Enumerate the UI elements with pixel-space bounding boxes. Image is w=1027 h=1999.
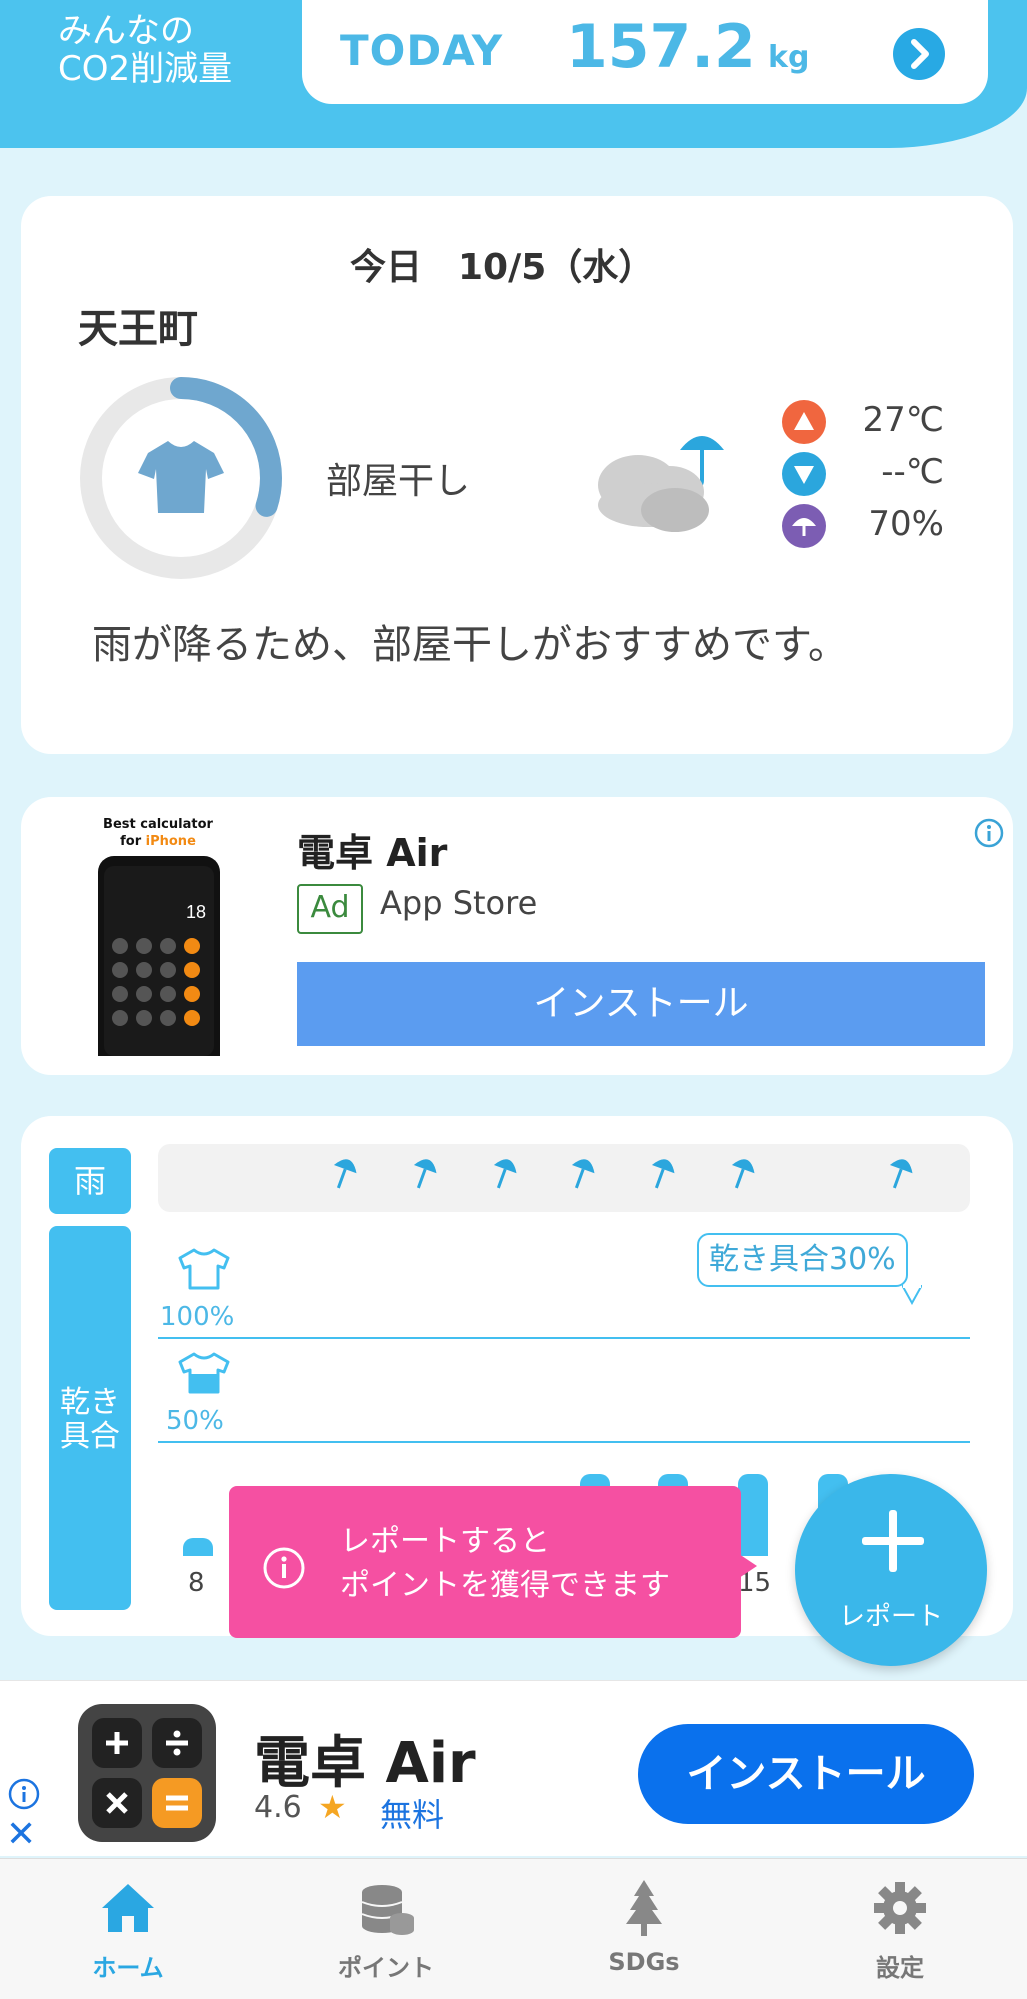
low-temp: --℃ bbox=[881, 452, 944, 492]
report-button-label[interactable]: レポート bbox=[795, 1596, 987, 1633]
rain-umbrella-icon bbox=[333, 1159, 357, 1189]
home-icon bbox=[98, 1878, 158, 1938]
location-name: 天王町 bbox=[78, 306, 198, 352]
today-value: 157.2 bbox=[566, 12, 756, 82]
shirt-outline-icon bbox=[176, 1246, 232, 1290]
nav-settings-label: 設定 bbox=[876, 1954, 924, 1982]
toast-message: レポートすると ポイントを獲得できます bbox=[340, 1520, 670, 1608]
dryness-label-line1: 乾き bbox=[60, 1385, 120, 1420]
banner-ad-rating: 4.6 bbox=[254, 1790, 302, 1825]
chevron-right-icon[interactable] bbox=[893, 28, 945, 80]
forecast-date: 今日 10/5（水） bbox=[350, 247, 655, 288]
toast-line1: レポートすると bbox=[340, 1524, 550, 1559]
banner-install-button[interactable]: インストール bbox=[638, 1724, 974, 1824]
gear-icon bbox=[870, 1878, 930, 1938]
dryness-bar bbox=[738, 1474, 768, 1556]
nav-settings[interactable]: 設定 bbox=[800, 1858, 1000, 1999]
nav-points-label: ポイント bbox=[338, 1954, 434, 1982]
close-icon[interactable]: ✕ bbox=[6, 1814, 36, 1855]
rain-timeline bbox=[158, 1144, 970, 1212]
rain-umbrella-icon bbox=[731, 1159, 755, 1189]
today-unit: kg bbox=[768, 40, 810, 75]
ad-caption-line1: Best calculator bbox=[103, 817, 213, 832]
nav-sdgs-label: SDGs bbox=[608, 1948, 680, 1976]
level-50-label: 50% bbox=[166, 1406, 224, 1436]
rain-umbrella-icon bbox=[413, 1159, 437, 1189]
dryness-callout: 乾き具合30% bbox=[697, 1233, 908, 1287]
rain-umbrella-icon bbox=[493, 1159, 517, 1189]
toast-pointer bbox=[739, 1554, 757, 1578]
rain-umbrella-icon bbox=[571, 1159, 595, 1189]
co2-label-line1: みんなの bbox=[58, 11, 194, 51]
tree-icon bbox=[614, 1878, 674, 1938]
co2-label: みんなの CO2削減量 bbox=[58, 12, 232, 88]
info-icon[interactable] bbox=[8, 1778, 40, 1810]
co2-label-line2: CO2削減量 bbox=[58, 49, 233, 89]
rain-row-label: 雨 bbox=[49, 1148, 131, 1214]
toast-line2: ポイントを獲得できます bbox=[340, 1568, 670, 1603]
calculator-app-icon[interactable] bbox=[78, 1704, 216, 1842]
today-label: TODAY bbox=[340, 26, 504, 75]
banner-ad-price: 無料 bbox=[380, 1796, 445, 1834]
info-icon[interactable] bbox=[974, 818, 1004, 848]
ad-phone-image[interactable]: 18 bbox=[98, 856, 220, 1056]
star-icon: ★ bbox=[318, 1788, 347, 1826]
ad-title[interactable]: 電卓 Air bbox=[297, 822, 447, 877]
laundry-advice: 雨が降るため、部屋干しがおすすめです。 bbox=[92, 622, 848, 668]
ad-caption-for: for bbox=[120, 834, 146, 849]
dryness-gauge bbox=[76, 373, 286, 583]
dryness-bar bbox=[183, 1538, 213, 1556]
rain-umbrella-icon bbox=[889, 1159, 913, 1189]
hour-label-start: 8 bbox=[188, 1568, 205, 1598]
plus-icon[interactable] bbox=[862, 1510, 924, 1572]
level-50-line bbox=[158, 1441, 970, 1443]
ad-image-caption: Best calculator for iPhone bbox=[98, 816, 218, 850]
callout-pointer bbox=[900, 1284, 924, 1306]
ad-badge: Ad bbox=[297, 884, 363, 934]
ad-store: App Store bbox=[380, 884, 538, 922]
shirt-half-icon bbox=[176, 1350, 232, 1394]
rain-umbrella-icon bbox=[651, 1159, 675, 1189]
nav-sdgs[interactable]: SDGs bbox=[544, 1858, 744, 1999]
banner-ad-title[interactable]: 電卓 Air bbox=[254, 1718, 476, 1799]
nav-home-label: ホーム bbox=[92, 1954, 164, 1982]
high-temp: 27℃ bbox=[862, 400, 944, 440]
ad-install-button[interactable]: インストール bbox=[297, 962, 985, 1046]
coins-icon bbox=[356, 1878, 416, 1938]
nav-points[interactable]: ポイント bbox=[286, 1858, 486, 1999]
info-icon bbox=[262, 1546, 306, 1590]
laundry-verdict: 部屋干し bbox=[326, 461, 471, 502]
level-100-label: 100% bbox=[160, 1302, 235, 1332]
level-100-line bbox=[158, 1337, 970, 1339]
shirt-icon bbox=[138, 441, 224, 513]
nav-home[interactable]: ホーム bbox=[28, 1858, 228, 1999]
rain-cloud-icon bbox=[590, 410, 760, 540]
rain-probability: 70% bbox=[868, 504, 944, 544]
ad-caption-brand: iPhone bbox=[145, 834, 196, 849]
ad-phone-display: 18 bbox=[186, 902, 206, 922]
dryness-row-label: 乾き 具合 bbox=[49, 1226, 131, 1610]
dryness-label-line2: 具合 bbox=[60, 1419, 120, 1454]
